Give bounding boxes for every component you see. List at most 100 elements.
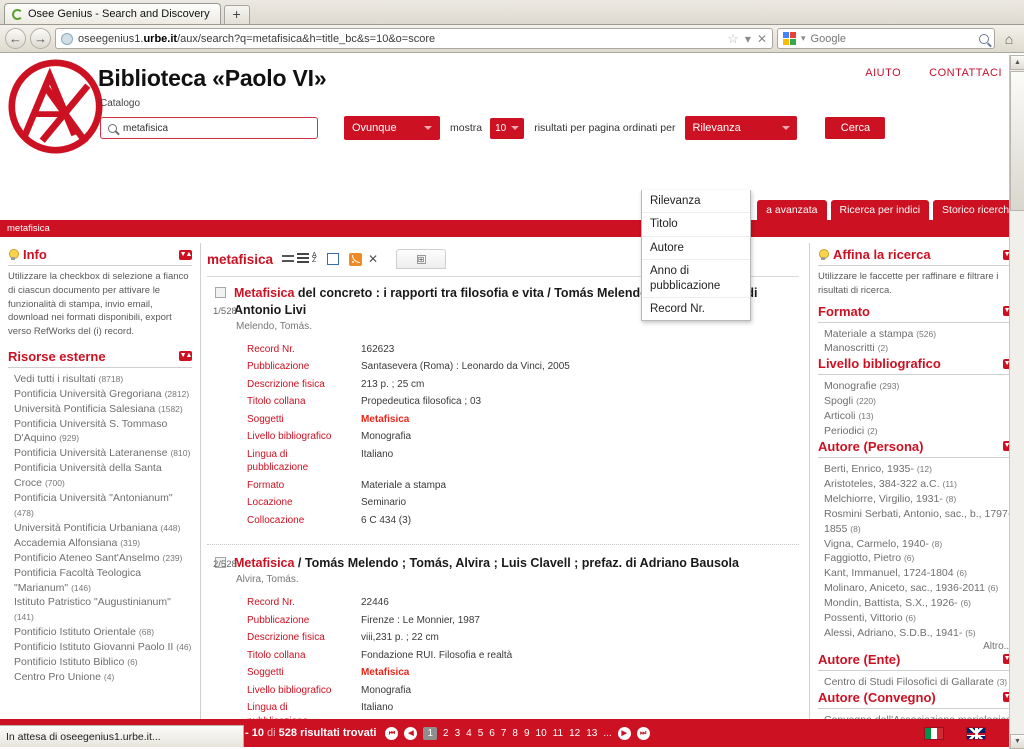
pagination-page-13[interactable]: 13 <box>586 728 597 739</box>
pagination-page-6[interactable]: 6 <box>489 728 495 739</box>
external-resource-link[interactable]: Università Pontificia Urbaniana (448) <box>14 521 192 536</box>
view-list-icon[interactable] <box>297 253 310 265</box>
facet-link[interactable]: Spogli (220) <box>824 394 1016 409</box>
view-brief-icon[interactable] <box>282 253 295 265</box>
facet-link[interactable]: Rosmini Serbati, Antonio, sac., b., 1797… <box>824 507 1016 537</box>
per-page-select[interactable]: 10 <box>490 117 525 139</box>
flag-italian-icon[interactable] <box>924 726 944 740</box>
pagination-page-2[interactable]: 2 <box>443 728 449 739</box>
external-resource-link[interactable]: Pontificio Istituto Giovanni Paolo II (4… <box>14 640 192 655</box>
external-resource-link[interactable]: Centro Pro Unione (4) <box>14 670 192 685</box>
bookmark-star-icon[interactable]: ☆ <box>727 31 739 47</box>
scroll-up-button[interactable]: ▲ <box>1010 55 1024 70</box>
chevron-down-icon[interactable]: ▾ <box>745 32 751 46</box>
stop-icon[interactable]: ✕ <box>757 32 767 46</box>
window-scrollbar[interactable]: ▲ ▼ <box>1009 55 1024 749</box>
pagination-page-9[interactable]: 9 <box>524 728 530 739</box>
external-resource-link[interactable]: Pontificio Istituto Biblico (6) <box>14 655 192 670</box>
external-resource-link[interactable]: Accademia Alfonsiana (319) <box>14 536 192 551</box>
external-resource-link[interactable]: Pontificia Università Lateranense (810) <box>14 446 192 461</box>
back-button[interactable]: ← <box>5 28 26 49</box>
facet-link[interactable]: Berti, Enrico, 1935- (12) <box>824 462 1016 477</box>
facet-link[interactable]: Aristoteles, 384-322 a.C. (11) <box>824 477 1016 492</box>
sort-select[interactable]: Rilevanza <box>685 116 798 140</box>
external-resource-link[interactable]: Pontificia Facoltà Teologica "Marianum" … <box>14 566 192 596</box>
pagination-page-3[interactable]: 3 <box>455 728 461 739</box>
collapse-toggle-icon[interactable]: ▼▲ <box>179 249 192 260</box>
facet-link[interactable]: Molinaro, Aniceto, sac., 1936-2011 (6) <box>824 581 1016 596</box>
external-resource-link[interactable]: Pontificia Università S. Tommaso D'Aquin… <box>14 417 192 447</box>
sort-option-titolo[interactable]: Titolo <box>642 213 750 237</box>
search-input[interactable]: metafisica <box>100 117 318 139</box>
pagination-last-button[interactable]: ⏭ <box>636 726 650 740</box>
new-tab-button[interactable]: + <box>223 5 250 24</box>
pagination-page-...[interactable]: ... <box>603 728 611 739</box>
search-scope-select[interactable]: Ovunque <box>344 116 440 140</box>
record-checkbox[interactable] <box>215 287 226 298</box>
sort-az-icon[interactable]: AZ <box>312 252 324 265</box>
pagination-page-12[interactable]: 12 <box>569 728 580 739</box>
pagination-prev-button[interactable]: ◀ <box>404 726 418 740</box>
search-icon[interactable] <box>979 33 989 44</box>
external-resource-link[interactable]: Pontificio Ateneo Sant'Anselmo (239) <box>14 551 192 566</box>
facet-link[interactable]: Melchiorre, Virgilio, 1931- (8) <box>824 492 1016 507</box>
record-title[interactable]: Metafisica / Tomás Melendo ; Tomás, Alvi… <box>234 555 739 572</box>
forward-button[interactable]: → <box>30 28 51 49</box>
sort-option-rilevanza[interactable]: Rilevanza <box>642 190 750 214</box>
record-author[interactable]: Melendo, Tomás. <box>236 321 799 332</box>
pagination-page-11[interactable]: 11 <box>553 728 563 739</box>
facet-link[interactable]: Materiale a stampa (526) <box>824 327 1016 342</box>
facet-more-link[interactable]: Altro... <box>818 641 1016 652</box>
browser-tab[interactable]: Osee Genius - Search and Discovery <box>4 3 221 24</box>
sort-dropdown-menu[interactable]: Rilevanza Titolo Autore Anno di pubblica… <box>641 190 751 322</box>
view-table-icon[interactable] <box>327 253 340 265</box>
external-resource-link[interactable]: Vedi tutti i risultati (8718) <box>14 372 192 387</box>
sort-option-record-nr[interactable]: Record Nr. <box>642 298 750 320</box>
facet-link[interactable]: Monografie (293) <box>824 379 1016 394</box>
pagination-page-7[interactable]: 7 <box>501 728 507 739</box>
pagination-first-button[interactable]: ⏮ <box>385 726 399 740</box>
tab-ricerca-per-indici[interactable]: Ricerca per indici <box>830 200 930 220</box>
rss-feed-icon[interactable] <box>349 252 363 266</box>
external-resource-link[interactable]: Università Pontificia Salesiana (1582) <box>14 402 192 417</box>
facet-link[interactable]: Kant, Immanuel, 1724-1804 (6) <box>824 566 1016 581</box>
nav-link-aiuto[interactable]: AIUTO <box>865 67 901 79</box>
external-resource-link[interactable]: Pontificia Università della Santa Croce … <box>14 461 192 491</box>
table-row[interactable]: Metafisica del concreto : i rapporti tra… <box>207 285 799 530</box>
facet-link[interactable]: Articoli (13) <box>824 409 1016 424</box>
pagination-page-10[interactable]: 10 <box>536 728 547 739</box>
facet-link[interactable]: Alessi, Adriano, S.D.B., 1941- (5) <box>824 626 1016 641</box>
facet-link[interactable]: Mondin, Battista, S.X., 1926- (6) <box>824 596 1016 611</box>
collapse-toggle-icon[interactable]: ▼▲ <box>179 351 192 362</box>
record-author[interactable]: Alvira, Tomás. <box>236 574 799 585</box>
pagination-page-8[interactable]: 8 <box>512 728 518 739</box>
address-bar[interactable]: oseegenius1.urbe.it/aux/search?q=metafis… <box>55 28 773 49</box>
search-engine-caret-icon[interactable]: ▾ <box>801 33 806 44</box>
search-submit-button[interactable]: Cerca <box>825 117 886 139</box>
facet-link[interactable]: Centro di Studi Filosofici di Gallarate … <box>824 675 1016 690</box>
pagination-page-4[interactable]: 4 <box>466 728 472 739</box>
external-resource-link[interactable]: Pontificio Istituto Orientale (68) <box>14 625 192 640</box>
facet-link[interactable]: Possenti, Vittorio (6) <box>824 611 1016 626</box>
facet-link[interactable]: Manoscritti (2) <box>824 341 1016 356</box>
external-resource-link[interactable]: Istituto Patristico "Augustinianum" (141… <box>14 595 192 625</box>
facet-link[interactable]: Vigna, Carmelo, 1940- (8) <box>824 537 1016 552</box>
flag-english-icon[interactable] <box>966 726 986 740</box>
tab-ricerca-avanzata[interactable]: a avanzata <box>757 200 827 220</box>
facet-link[interactable]: Periodici (2) <box>824 424 1016 439</box>
pagination-page-5[interactable]: 5 <box>478 728 484 739</box>
home-button[interactable]: ⌂ <box>999 31 1019 47</box>
facet-link[interactable]: Faggiotto, Pietro (6) <box>824 551 1016 566</box>
add-tab-button[interactable]: ⊞ <box>396 249 447 269</box>
scrollbar-thumb[interactable] <box>1010 71 1024 211</box>
external-resource-link[interactable]: Pontificia Università "Antonianum" (478) <box>14 491 192 521</box>
sort-option-autore[interactable]: Autore <box>642 237 750 261</box>
sort-option-anno[interactable]: Anno di pubblicazione <box>642 260 750 298</box>
pagination-page-1[interactable]: 1 <box>423 726 438 740</box>
scroll-down-button[interactable]: ▼ <box>1010 734 1024 749</box>
nav-link-contattaci[interactable]: CONTATTACI <box>929 67 1002 79</box>
browser-search-box[interactable]: ▾ Google <box>777 28 995 49</box>
pagination-next-button[interactable]: ▶ <box>617 726 631 740</box>
external-resource-link[interactable]: Pontificia Università Gregoriana (2812) <box>14 387 192 402</box>
close-icon[interactable]: ✕ <box>368 252 378 266</box>
